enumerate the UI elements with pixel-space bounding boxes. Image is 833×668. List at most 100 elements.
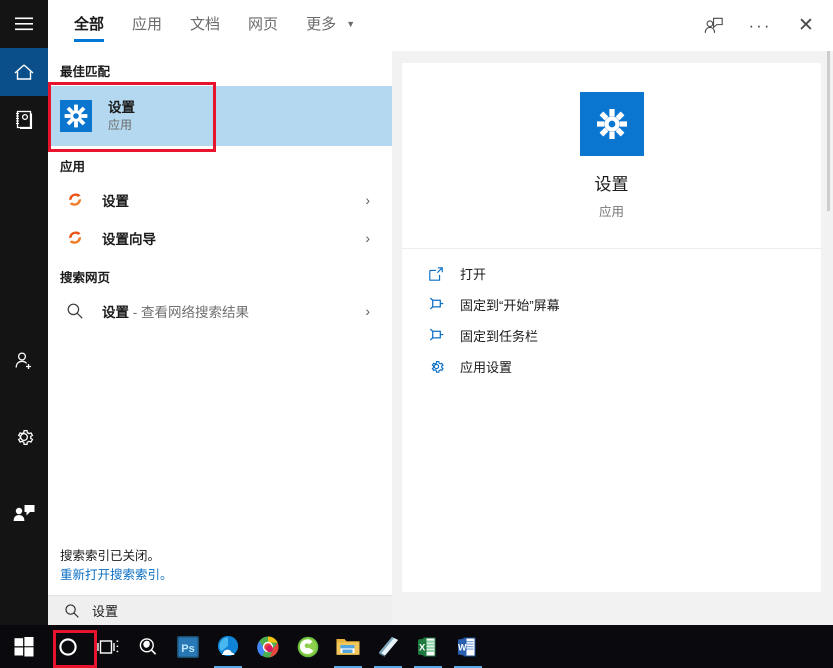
action-pin-to-taskbar[interactable]: 固定到任务栏 [402,320,821,351]
hamburger-icon [15,17,33,31]
windows-search-window: 全部 应用 文档 网页 更多 ▼ ··· ✕ 最佳匹配 设置 应用 应用 设置 … [0,0,833,625]
tab-documents[interactable]: 文档 [176,0,234,51]
add-person-icon [15,352,31,369]
open-external-icon [426,266,446,282]
best-match-texts: 设置 应用 [108,99,135,133]
detail-hero: 设置 应用 [402,63,821,249]
web-result-text: 设置 - 查看网络搜索结果 [102,301,249,321]
word-icon: W [458,637,476,656]
excel-button[interactable]: X [408,625,448,668]
windows-logo-icon [14,636,34,656]
tab-web-label: 网页 [248,16,279,33]
magnifier-moon-icon [139,637,157,655]
search-input[interactable]: 设置 [92,601,118,620]
top-right-actions: ··· ✕ [691,0,829,51]
hamburger-menu-button[interactable] [0,0,48,48]
app-result-settings[interactable]: 设置 › [48,181,392,219]
vertical-scrollbar[interactable] [825,51,833,595]
task-view-icon [97,639,119,654]
web-result-separator: - [129,305,141,320]
feedback-person-icon [13,505,35,521]
action-app-settings[interactable]: 应用设置 [402,351,821,382]
360-browser-icon [297,636,319,657]
task-view-button[interactable] [88,625,128,668]
action-pin-to-start-label: 固定到“开始”屏幕 [460,298,560,313]
section-header-web: 搜索网页 [60,271,111,285]
tab-web[interactable]: 网页 [234,0,292,51]
action-open[interactable]: 打开 [402,258,821,289]
web-result-description: 查看网络搜索结果 [141,305,249,320]
start-button[interactable] [0,625,48,668]
notes-button[interactable] [368,625,408,668]
section-header-apps: 应用 [60,160,86,174]
action-app-settings-label: 应用设置 [460,360,513,375]
ellipsis-icon: ··· [748,15,772,35]
detail-pane: 设置 应用 打开 固定到“开始”屏幕 固定到任务栏 应用设置 [402,63,821,592]
chrome-button[interactable] [248,625,288,668]
search-index-notice: 搜索索引已关闭。 重新打开搜索索引。 [60,547,173,585]
reenable-search-index-link[interactable]: 重新打开搜索索引。 [60,566,173,585]
settings-gear-tile-icon [579,91,644,156]
best-match-subtitle: 应用 [108,118,133,132]
app-result-title: 设置向导 [102,232,156,247]
chevron-right-icon: › [365,192,370,208]
tab-more[interactable]: 更多 ▼ [292,0,369,51]
chevron-right-icon: › [365,230,370,246]
tab-documents-label: 文档 [190,16,221,33]
close-icon: ✕ [798,15,814,36]
detail-action-list: 打开 固定到“开始”屏幕 固定到任务栏 应用设置 [402,249,821,382]
svg-text:X: X [419,642,426,653]
word-button[interactable]: W [448,625,488,668]
search-icon [64,295,86,327]
action-pin-to-taskbar-label: 固定到任务栏 [460,329,539,344]
action-pin-to-start[interactable]: 固定到“开始”屏幕 [402,289,821,320]
magnifier-button[interactable] [128,625,168,668]
detail-title: 设置 [594,174,629,194]
more-options-button[interactable]: ··· [737,0,783,51]
sidebar-item-settings[interactable] [0,413,48,461]
sidebar-item-home[interactable] [0,48,48,96]
chevron-down-icon: ▼ [346,19,356,29]
search-index-status-text: 搜索索引已关闭。 [60,549,161,563]
tab-more-label: 更多 [306,16,337,33]
sidebar-item-account[interactable] [0,337,48,385]
scrollbar-thumb[interactable] [827,51,830,211]
feedback-button[interactable] [691,0,737,51]
file-explorer-button[interactable] [328,625,368,668]
svg-text:W: W [458,642,467,652]
notebook-icon [16,110,33,130]
360-browser-button[interactable] [288,625,328,668]
sogou-s-icon [64,222,86,254]
photoshop-icon: Ps [177,635,199,658]
cortana-button[interactable] [48,625,88,668]
pin-icon [426,327,446,344]
tab-active-underline [74,39,105,42]
qq-browser-button[interactable] [208,625,248,668]
best-match-result-settings[interactable]: 设置 应用 [48,86,392,146]
search-input-bar[interactable]: 设置 [48,595,392,625]
tab-apps[interactable]: 应用 [118,0,176,51]
settings-gear-tile-icon [60,100,92,132]
sidebar-item-feedback[interactable] [0,489,48,537]
pin-icon [426,296,446,313]
left-navigation-rail [0,0,48,625]
app-result-settings-wizard[interactable]: 设置向导 › [48,219,392,257]
tab-all-label: 全部 [74,16,105,33]
tab-all[interactable]: 全部 [60,0,118,51]
rail-bottom-group [0,337,48,565]
close-button[interactable]: ✕ [783,0,829,51]
results-list: 最佳匹配 设置 应用 应用 设置 › 设置向导 › 搜索网页 设置 - 查看网络… [48,51,392,595]
search-icon [64,603,80,619]
cortana-circle-icon [59,637,77,656]
section-header-best-match: 最佳匹配 [60,65,111,79]
gear-icon [426,358,446,375]
detail-subtitle: 应用 [598,204,624,219]
home-icon [14,64,34,80]
sidebar-item-notebook[interactable] [0,96,48,144]
best-match-title: 设置 [108,100,135,115]
web-result-row[interactable]: 设置 - 查看网络搜索结果 › [48,292,392,330]
photoshop-button[interactable]: Ps [168,625,208,668]
svg-text:Ps: Ps [181,643,194,655]
tab-strip: 全部 应用 文档 网页 更多 ▼ [60,0,369,51]
tab-apps-label: 应用 [132,16,163,33]
